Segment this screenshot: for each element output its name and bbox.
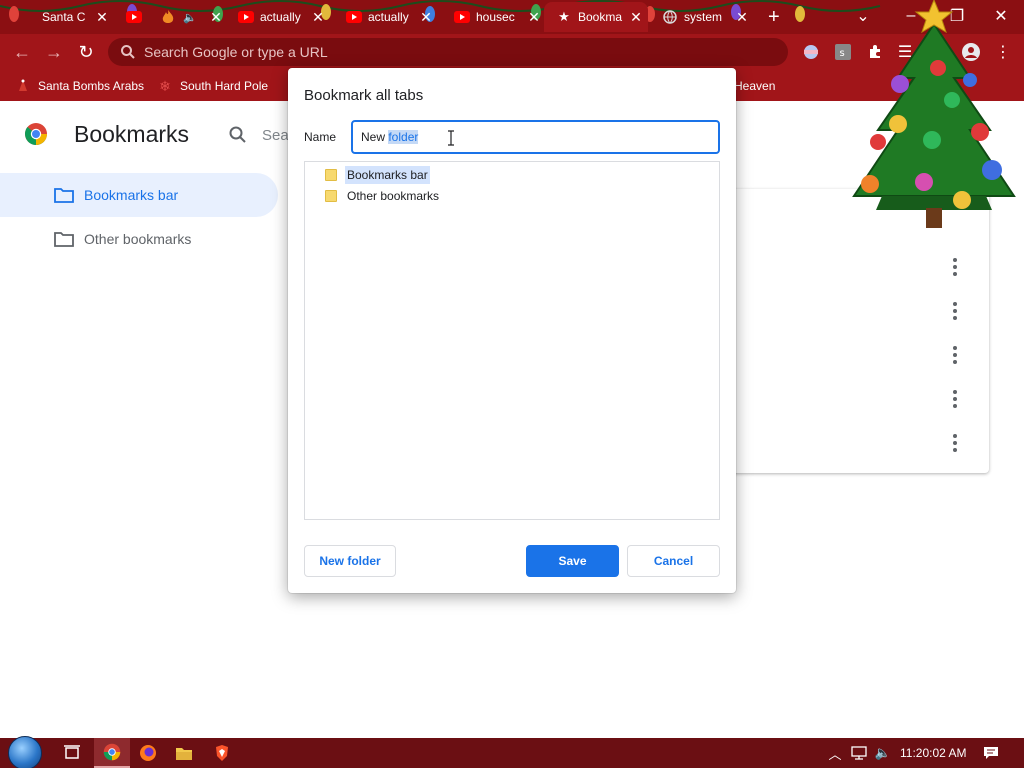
windows-taskbar: ︿ 🔈 11:20:02 AM <box>0 736 1024 768</box>
globe-icon <box>662 9 678 25</box>
star-icon: ★ <box>558 9 570 24</box>
start-button[interactable] <box>8 736 42 768</box>
close-tab-icon[interactable]: ✕ <box>734 9 750 25</box>
text-cursor-icon <box>448 130 454 146</box>
sidebar-item-other-bookmarks[interactable]: Other bookmarks <box>0 217 278 261</box>
task-view-icon[interactable] <box>54 738 90 768</box>
save-button[interactable]: Save <box>526 545 619 577</box>
tab-title: Bookma <box>578 10 623 24</box>
folder-icon <box>325 169 337 181</box>
tab-title: Santa C <box>42 10 86 24</box>
bookmark-label: Santa Bombs Arabs <box>38 79 145 93</box>
tab-title: actually <box>260 10 301 24</box>
reload-icon[interactable]: ↻ <box>72 38 100 66</box>
fire-icon <box>160 9 176 25</box>
firefox-icon[interactable] <box>130 738 166 768</box>
taskbar-clock[interactable]: 11:20:02 AM <box>900 746 967 760</box>
more-actions-icon[interactable] <box>947 258 963 276</box>
tab-fire[interactable]: 🔈 ✕ <box>148 2 224 32</box>
extension-icon[interactable] <box>802 43 820 61</box>
youtube-icon <box>126 9 142 25</box>
brave-icon[interactable] <box>204 738 240 768</box>
snowflake-icon: ❄ <box>159 77 171 94</box>
action-center-icon[interactable] <box>982 744 1000 762</box>
omnibox-placeholder: Search Google or type a URL <box>144 44 328 60</box>
new-folder-button[interactable]: New folder <box>304 545 396 577</box>
chrome-logo-icon <box>25 123 47 145</box>
search-icon <box>229 126 246 143</box>
folder-icon <box>54 188 74 203</box>
omnibox[interactable]: Search Google or type a URL <box>108 38 788 66</box>
back-icon[interactable]: ← <box>8 38 36 66</box>
tab-actually-1[interactable]: actually ✕ <box>226 2 334 32</box>
tree-item-label: Other bookmarks <box>347 189 440 203</box>
volume-icon[interactable]: 🔈 <box>874 744 892 762</box>
tab-housec[interactable]: housec ✕ <box>442 2 546 32</box>
forward-icon[interactable]: → <box>40 38 68 66</box>
close-tab-icon[interactable]: ✕ <box>526 9 542 25</box>
tree-item-label: Bookmarks bar <box>345 166 430 184</box>
bookmark-heaven[interactable]: Heaven <box>734 76 775 96</box>
close-tab-icon[interactable]: ✕ <box>208 9 224 25</box>
sidebar-item-label: Bookmarks bar <box>84 187 179 203</box>
name-input-text: New <box>361 130 389 144</box>
youtube-icon <box>238 9 254 25</box>
tab-title: housec <box>476 10 515 24</box>
folder-name-input[interactable]: New folder <box>351 120 720 154</box>
page-title: Bookmarks <box>74 121 190 147</box>
name-label: Name <box>304 130 337 144</box>
close-tab-icon[interactable]: ✕ <box>310 9 326 25</box>
tree-item-bookmarks-bar[interactable]: Bookmarks bar <box>325 165 430 185</box>
folder-icon <box>325 190 337 202</box>
tab-bookmarks[interactable]: ★ Bookma ✕ <box>544 2 648 32</box>
folder-icon <box>54 232 74 247</box>
more-actions-icon[interactable] <box>947 302 963 320</box>
tree-item-other-bookmarks[interactable]: Other bookmarks <box>325 186 441 206</box>
sidebar-item-bookmarks-bar[interactable]: Bookmarks bar <box>0 173 278 217</box>
sidebar-item-label: Other bookmarks <box>84 231 192 247</box>
close-tab-icon[interactable]: ✕ <box>628 9 644 25</box>
more-actions-icon[interactable] <box>947 434 963 452</box>
tab-title: actually <box>368 10 409 24</box>
bookmark-label: South Hard Pole <box>180 79 269 93</box>
plus-icon: + <box>768 5 780 28</box>
close-tab-icon[interactable]: ✕ <box>418 9 434 25</box>
search-icon <box>121 45 135 59</box>
more-actions-icon[interactable] <box>947 390 963 408</box>
cancel-button[interactable]: Cancel <box>627 545 720 577</box>
name-input-selected-text: folder <box>388 130 419 144</box>
speaker-icon[interactable]: 🔈 <box>182 9 198 25</box>
show-hidden-icons-icon[interactable]: ︿ <box>826 744 844 762</box>
more-actions-icon[interactable] <box>947 346 963 364</box>
christmas-tree-decoration <box>852 0 1016 228</box>
bookmark-santa-bombs-arabs[interactable]: Santa Bombs Arabs <box>16 76 144 96</box>
search-placeholder: Sea <box>262 126 289 144</box>
close-tab-icon[interactable]: ✕ <box>94 9 110 25</box>
tab-title: system <box>684 10 723 24</box>
file-explorer-icon[interactable] <box>166 738 202 768</box>
youtube-icon <box>346 9 362 25</box>
chrome-icon[interactable] <box>94 738 130 768</box>
bookmark-all-tabs-dialog: Bookmark all tabs Name New folder Bookma… <box>288 68 736 593</box>
bookmark-label: Heaven <box>734 79 776 93</box>
tab-actually-2[interactable]: actually ✕ <box>334 2 442 32</box>
youtube-icon <box>454 9 470 25</box>
santa-icon <box>16 79 30 93</box>
network-icon[interactable] <box>850 744 868 762</box>
tab-system[interactable]: system ✕ <box>650 2 756 32</box>
bookmark-south-hard-pole[interactable]: ❄ South Hard Pole <box>158 76 268 96</box>
folder-tree: Bookmarks bar Other bookmarks <box>304 161 720 520</box>
new-tab-button[interactable]: + <box>756 2 796 32</box>
dialog-title: Bookmark all tabs <box>304 87 424 104</box>
tab-santa[interactable]: Santa C ✕ <box>30 2 112 32</box>
